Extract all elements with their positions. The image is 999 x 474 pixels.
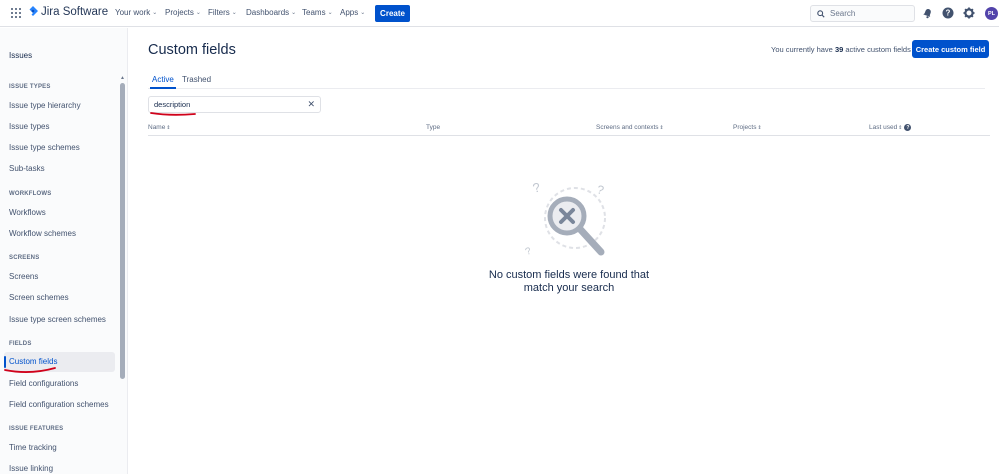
search-value: description <box>154 100 191 109</box>
table-header: Name ⇕ Type Screens and contexts ⇕ Project… <box>148 122 990 136</box>
nav-label: Apps <box>340 8 359 17</box>
sidebar-item-workflow-schemes[interactable]: Workflow schemes <box>9 229 76 238</box>
empty-state-message: No custom fields were found that match y… <box>469 269 669 295</box>
nav-label: Teams <box>302 8 326 17</box>
column-label: Type <box>426 124 441 131</box>
chevron-down-icon: ⌄ <box>195 10 201 16</box>
chevron-down-icon: ⌄ <box>231 10 237 16</box>
chevron-down-icon: ⌄ <box>291 10 297 16</box>
sort-icon: ⇕ <box>757 124 762 131</box>
column-header-last-used[interactable]: Last used ⇕ ? <box>869 124 912 131</box>
sidebar-section-screens: SCREENS <box>9 255 40 261</box>
sidebar-item-issue-types[interactable]: Issue types <box>9 122 49 131</box>
nav-label: Dashboards <box>246 8 290 17</box>
app-switcher-icon[interactable] <box>11 8 21 18</box>
nav-apps[interactable]: Apps ⌄ <box>340 8 365 17</box>
count-value: 39 <box>834 45 844 54</box>
chevron-down-icon: ⌄ <box>152 10 158 16</box>
count-prefix: You currently have <box>771 45 833 54</box>
help-icon[interactable]: ? <box>904 124 912 131</box>
jira-logo-icon <box>29 6 38 16</box>
sidebar-item-field-configuration-schemes[interactable]: Field configuration schemes <box>9 400 109 409</box>
column-header-screens-and-contexts[interactable]: Screens and contexts ⇕ <box>596 124 664 131</box>
global-search-input[interactable]: Search <box>810 5 915 22</box>
sidebar-item-workflows[interactable]: Workflows <box>9 208 46 217</box>
sidebar-item-label[interactable]: Custom fields <box>9 357 57 366</box>
nav-label: Projects <box>165 8 194 17</box>
custom-field-count: You currently have 39 active custom fiel… <box>771 45 911 54</box>
clear-icon[interactable]: ✕ <box>307 99 315 110</box>
search-icon <box>817 9 825 18</box>
sidebar-scrollbar[interactable] <box>120 83 125 379</box>
no-results-magnifier-icon: ? ? ? <box>525 179 606 258</box>
settings-icon[interactable] <box>963 7 975 19</box>
nav-projects[interactable]: Projects ⌄ <box>165 8 201 17</box>
sidebar-section-issue-types: ISSUE TYPES <box>9 84 51 90</box>
sidebar-section-fields: FIELDS <box>9 341 32 347</box>
column-header-name[interactable]: Name ⇕ <box>148 124 171 131</box>
avatar[interactable]: PL <box>985 7 998 20</box>
top-navigation: Jira Software Your work ⌄ Projects ⌄ Filte… <box>0 0 999 27</box>
empty-message-line: No custom fields were found that <box>488 269 650 281</box>
sidebar-section-issue-features: ISSUE FEATURES <box>9 426 64 432</box>
column-label: Last used <box>869 124 898 131</box>
nav-label: Filters <box>208 8 230 17</box>
sidebar-item-issue-type-hierarchy[interactable]: Issue type hierarchy <box>9 101 81 110</box>
create-button[interactable]: Create <box>375 5 410 22</box>
sidebar-item-issue-type-schemes[interactable]: Issue type schemes <box>9 143 80 152</box>
custom-field-search-input[interactable]: description ✕ <box>148 96 321 113</box>
active-indicator <box>4 356 6 368</box>
column-header-projects[interactable]: Projects ⇕ <box>733 124 762 131</box>
search-placeholder: Search <box>830 9 856 18</box>
red-annotation-underlines <box>4 112 196 373</box>
svg-text:?: ? <box>946 9 951 18</box>
sort-icon: ⇕ <box>166 124 171 131</box>
column-label: Projects <box>733 124 757 131</box>
create-custom-field-button[interactable]: Create custom field <box>912 40 989 58</box>
sidebar: Issues ISSUE TYPES Issue type hierarchy … <box>0 28 128 474</box>
notification-icon[interactable] <box>921 7 933 19</box>
scroll-up-arrow-icon[interactable]: ▲ <box>120 75 125 81</box>
nav-filters[interactable]: Filters ⌄ <box>208 8 237 17</box>
sidebar-item-time-tracking[interactable]: Time tracking <box>9 443 57 452</box>
sidebar-item-field-configurations[interactable]: Field configurations <box>9 379 78 388</box>
nav-label: Your work <box>115 8 151 17</box>
column-header-type: Type <box>426 124 440 131</box>
tab-trashed[interactable]: Trashed <box>182 75 211 84</box>
sidebar-item-screen-schemes[interactable]: Screen schemes <box>9 293 69 302</box>
sidebar-item-screens[interactable]: Screens <box>9 272 38 281</box>
sidebar-item-sub-tasks[interactable]: Sub-tasks <box>9 164 45 173</box>
empty-message-line: match your search <box>523 282 615 294</box>
svg-text:?: ? <box>531 179 542 195</box>
nav-dashboards[interactable]: Dashboards ⌄ <box>246 8 296 17</box>
sidebar-section-workflows: WORKFLOWS <box>9 191 52 197</box>
sidebar-title: Issues <box>9 51 33 60</box>
column-label: Name <box>148 124 166 131</box>
count-suffix: active custom fields <box>845 45 911 54</box>
svg-text:?: ? <box>595 182 605 197</box>
nav-your-work[interactable]: Your work ⌄ <box>115 8 157 17</box>
column-label: Screens and contexts <box>596 124 659 131</box>
sort-icon: ⇕ <box>898 124 903 131</box>
jira-logo[interactable]: Jira Software <box>28 6 108 18</box>
product-name: Jira Software <box>41 6 109 18</box>
sidebar-item-issue-type-screen-schemes[interactable]: Issue type screen schemes <box>9 315 106 324</box>
help-icon[interactable]: ? <box>942 7 954 19</box>
tab-list: Active Trashed <box>148 73 985 89</box>
chevron-down-icon: ⌄ <box>360 10 366 16</box>
page-title: Custom fields <box>148 42 236 58</box>
svg-text:?: ? <box>525 246 533 258</box>
nav-teams[interactable]: Teams ⌄ <box>302 8 333 17</box>
tab-active[interactable]: Active <box>152 75 174 84</box>
sidebar-item-issue-linking[interactable]: Issue linking <box>9 464 53 473</box>
active-tab-indicator <box>150 87 176 89</box>
sort-icon: ⇕ <box>659 124 664 131</box>
chevron-down-icon: ⌄ <box>327 10 333 16</box>
